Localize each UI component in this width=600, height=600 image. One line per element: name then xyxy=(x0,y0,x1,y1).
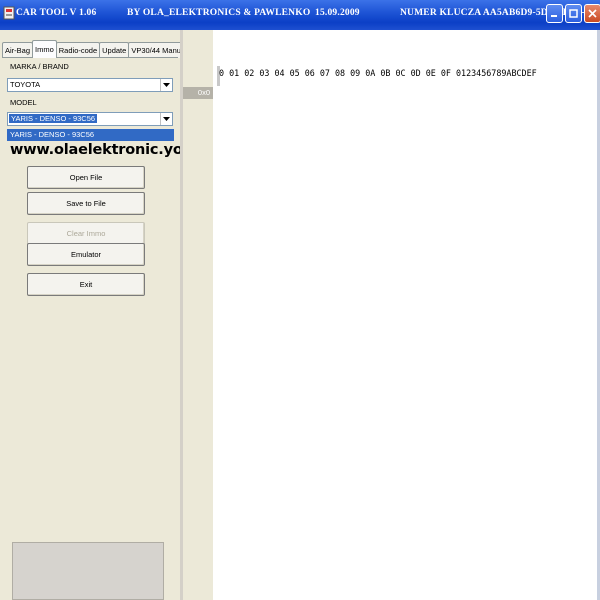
app-title: CAR TOOL V 1.06 xyxy=(16,8,97,18)
minimize-button[interactable] xyxy=(546,4,563,23)
left-panel: Air-Bag Immo Radio-code Update VP30/44 M… xyxy=(0,30,222,600)
model-dropdown-item[interactable]: YARIS - DENSO - 93C56 xyxy=(7,129,174,141)
brand-select[interactable]: TOYOTA xyxy=(7,78,173,92)
model-label: MODEL xyxy=(10,98,37,107)
maximize-icon xyxy=(569,9,578,18)
clear-immo-button[interactable]: Clear Immo xyxy=(27,222,145,245)
tab-airbag[interactable]: Air-Bag xyxy=(2,42,34,58)
close-button[interactable] xyxy=(584,4,600,23)
hex-column-header: 0 01 02 03 04 05 06 07 08 09 0A 0B 0C 0D… xyxy=(219,68,537,78)
model-value: YARIS - DENSO - 93C56 xyxy=(9,114,98,123)
exit-button[interactable]: Exit xyxy=(27,273,145,296)
author-text: BY OLA_ELEKTRONICS & PAWLENKO xyxy=(127,8,311,18)
tab-strip: Air-Bag Immo Radio-code Update VP30/44 M… xyxy=(2,40,194,58)
brand-dropdown-arrow[interactable] xyxy=(160,79,172,91)
maximize-button[interactable] xyxy=(565,4,582,23)
status-box xyxy=(12,542,164,600)
date-text: 15.09.2009 xyxy=(315,8,360,18)
minimize-icon xyxy=(551,15,557,17)
row-label: 0x0 xyxy=(183,87,213,99)
chevron-down-icon xyxy=(163,82,170,87)
row-header xyxy=(183,30,213,600)
tab-update[interactable]: Update xyxy=(99,42,130,58)
chevron-down-icon xyxy=(163,116,170,121)
emulator-button[interactable]: Emulator xyxy=(27,243,145,266)
tab-radio-code[interactable]: Radio-code xyxy=(55,42,101,58)
brand-value: TOYOTA xyxy=(10,80,41,89)
hex-editor[interactable]: 0x0 0 01 02 03 04 05 06 07 08 09 0A 0B 0… xyxy=(183,30,600,600)
app-icon xyxy=(3,6,15,20)
brand-label: MARKA / BRAND xyxy=(10,62,69,71)
model-select[interactable]: YARIS - DENSO - 93C56 xyxy=(7,112,173,126)
save-file-button[interactable]: Save to File xyxy=(27,192,145,215)
close-icon xyxy=(588,9,597,18)
title-bar: CAR TOOL V 1.06 BY OLA_ELEKTRONICS & PAW… xyxy=(0,0,600,30)
open-file-button[interactable]: Open File xyxy=(27,166,145,189)
model-dropdown-arrow[interactable] xyxy=(160,113,172,125)
tab-immo[interactable]: Immo xyxy=(32,40,57,58)
